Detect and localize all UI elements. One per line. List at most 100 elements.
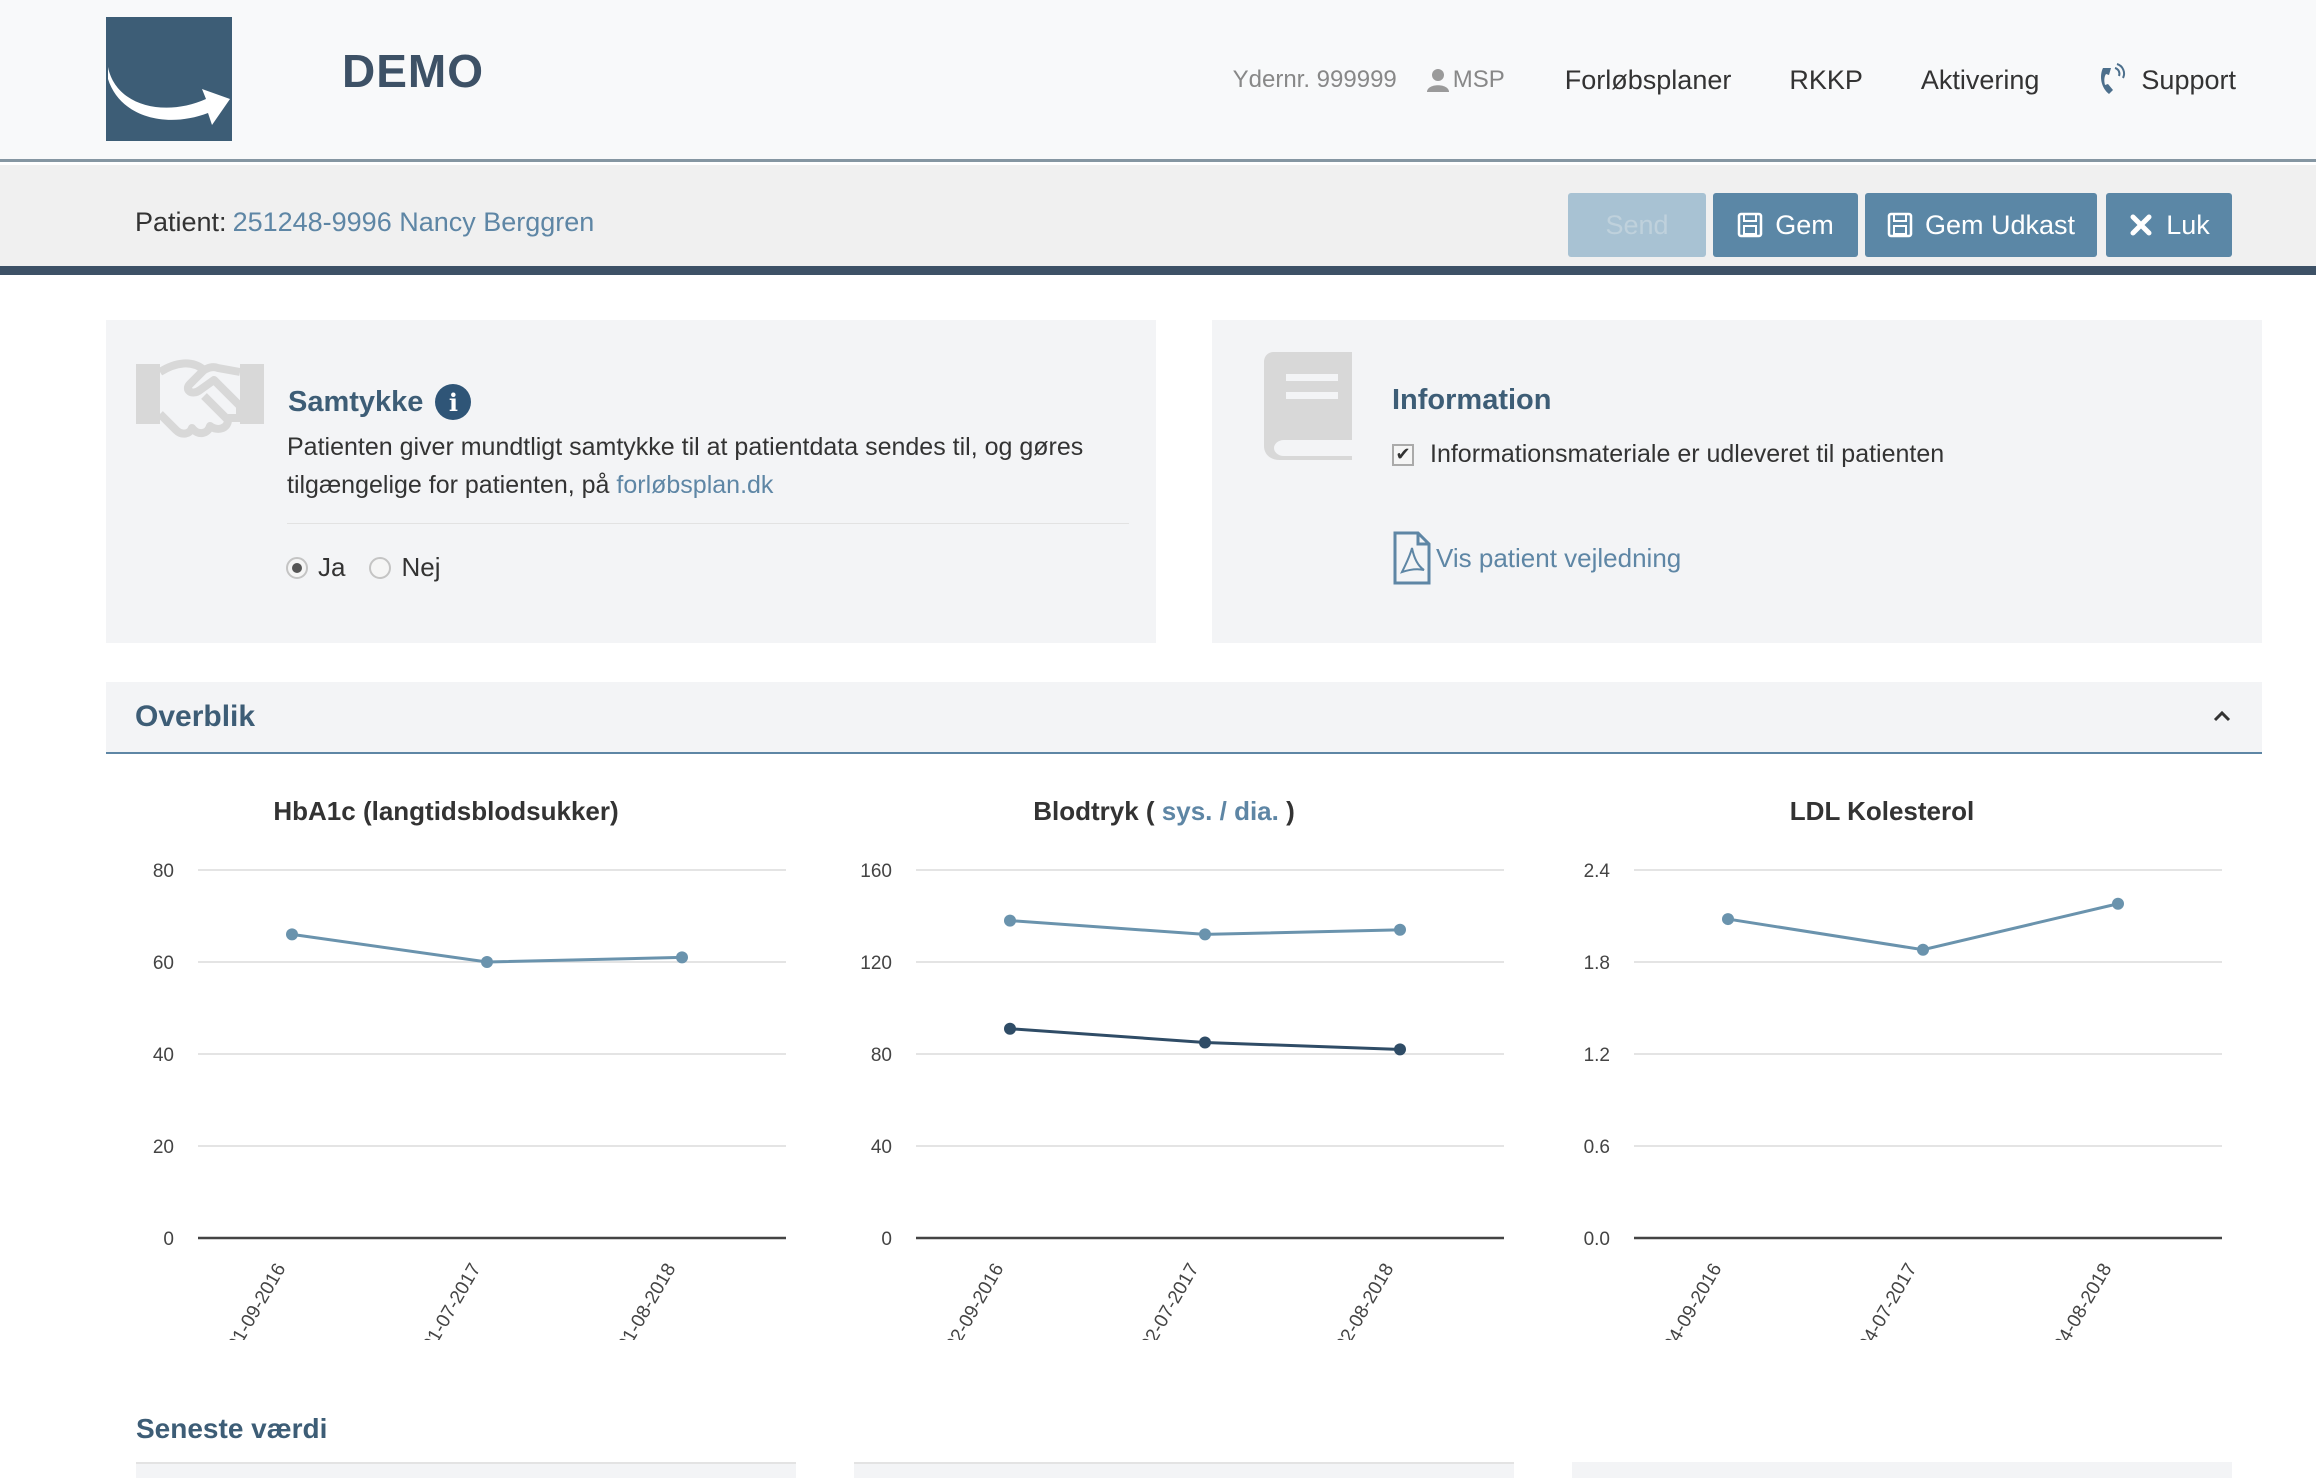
y-tick-label: 40	[153, 1045, 174, 1066]
close-label: Luk	[2166, 209, 2210, 240]
nav-support[interactable]: Support	[2097, 62, 2236, 98]
chart-title-part: /	[1212, 796, 1234, 826]
save-button[interactable]: Gem	[1713, 193, 1858, 257]
data-point[interactable]	[1199, 928, 1211, 941]
data-point[interactable]	[1394, 1043, 1406, 1056]
information-title: Information	[1392, 384, 1552, 416]
send-button[interactable]: Send	[1568, 193, 1706, 257]
nav-support-label: Support	[2141, 64, 2236, 95]
data-point[interactable]	[481, 956, 493, 968]
info-icon[interactable]: i	[435, 384, 472, 420]
chart-ldl: LDL Kolesterol 0.0 0.6 1.2 1.8 2.4 04-09-2016 0…	[1542, 780, 2262, 1355]
data-point[interactable]	[1004, 1022, 1016, 1035]
patient-link[interactable]: 251248-9996 Nancy Berggren	[233, 207, 595, 237]
y-tick-label: 2.4	[1584, 861, 1611, 882]
y-tick-label: 0	[163, 1229, 174, 1250]
latest-value-heading: Seneste værdi	[136, 1413, 328, 1444]
data-point[interactable]	[1917, 943, 1929, 956]
radio-ja-label: Ja	[318, 552, 346, 582]
user-icon	[1426, 69, 1449, 92]
radio-nej-label: Nej	[401, 552, 441, 582]
save-label: Gem	[1775, 209, 1834, 240]
overview-title: Overblik	[135, 700, 256, 733]
chart-ldl-svg: LDL Kolesterol 0.0 0.6 1.2 1.8 2.4 04-09-2016 0…	[1584, 796, 2222, 1355]
latest-card-3	[1572, 1462, 2232, 1478]
information-checkbox-label: Informationsmateriale er udleveret til p…	[1430, 440, 1945, 468]
send-label: Send	[1605, 209, 1669, 240]
phone-icon	[2101, 63, 2126, 94]
x-tick-label: 01-09-2016	[224, 1260, 291, 1340]
patient-guide-link[interactable]: Vis patient vejledning	[1436, 543, 1681, 574]
y-tick-label: 0	[881, 1229, 892, 1250]
y-tick-label: 60	[153, 953, 174, 974]
y-tick-label: 40	[871, 1137, 892, 1158]
consent-text: Patienten giver mundtligt samtykke til a…	[287, 428, 1107, 504]
nav-aktivering[interactable]: Aktivering	[1921, 65, 2040, 96]
close-icon	[2130, 214, 2152, 236]
x-tick-label: 04-08-2018	[2050, 1260, 2117, 1340]
chart-blodtryk-svg: Blodtryk ( sys. / dia. ) 0 40 80 120 160 02-09…	[860, 796, 1504, 1355]
x-tick-label: 04-09-2016	[1660, 1260, 1727, 1340]
chart-hba1c-svg: HbA1c (langtidsblodsukker) 0 20 40 60 80 01-09…	[153, 796, 786, 1355]
data-point[interactable]	[1004, 914, 1016, 927]
ydernr-text: Ydernr. 999999	[1232, 66, 1397, 93]
chart-title-part: dia.	[1234, 796, 1279, 826]
chart-title-part: )	[1279, 796, 1295, 826]
consent-title-text: Samtykke	[288, 385, 424, 418]
book-icon	[1264, 352, 1352, 460]
consent-title: Samtykke i	[288, 384, 472, 420]
save-draft-label: Gem Udkast	[1924, 209, 2076, 240]
logo-arrow-icon	[108, 67, 230, 125]
save-draft-button[interactable]: Gem Udkast	[1865, 193, 2097, 257]
forlobsplan-link[interactable]: forløbsplan.dk	[616, 471, 773, 499]
brand-title: DEMO	[342, 45, 484, 97]
y-tick-label: 1.8	[1584, 953, 1610, 974]
y-tick-label: 80	[871, 1045, 892, 1066]
chart-title-part: sys.	[1162, 796, 1213, 826]
overview-header[interactable]: Overblik	[106, 682, 2262, 754]
nav-forlobsplaner[interactable]: Forløbsplaner	[1565, 65, 1732, 96]
chevron-up-icon[interactable]	[2210, 704, 2234, 728]
y-tick-label: 0.6	[1584, 1137, 1610, 1158]
chart-title: HbA1c (langtidsblodsukker)	[273, 796, 618, 826]
logo[interactable]	[106, 17, 232, 141]
data-point[interactable]	[676, 951, 688, 964]
floppy-icon	[1887, 212, 1913, 238]
y-tick-label: 80	[153, 861, 174, 882]
close-button[interactable]: Luk	[2106, 193, 2232, 257]
patient-guide-row: Vis patient vejledning	[1392, 530, 1681, 586]
y-tick-label: 20	[153, 1137, 174, 1158]
consent-divider	[287, 523, 1129, 524]
consent-card: Samtykke i Patienten giver mundtligt sam…	[106, 320, 1156, 643]
data-point[interactable]	[1722, 913, 1734, 926]
x-tick-label: 02-09-2016	[942, 1260, 1009, 1340]
data-point[interactable]	[286, 928, 298, 941]
chart-title-part: Blodtryk (	[1033, 796, 1162, 826]
y-tick-label: 1.2	[1584, 1045, 1610, 1066]
y-tick-label: 160	[860, 861, 892, 882]
y-tick-label: 120	[860, 953, 892, 974]
series-line	[1727, 902, 2119, 952]
app-header: DEMO Ydernr. 999999 MSP Forløbsplaner RK…	[0, 0, 2316, 162]
data-point[interactable]	[1394, 923, 1406, 936]
pdf-icon	[1393, 531, 1431, 585]
consent-options: Ja Nej	[286, 552, 440, 583]
information-card: Information ✔ Informationsmateriale er u…	[1212, 320, 2262, 643]
radio-nej[interactable]	[369, 556, 392, 579]
data-point[interactable]	[2112, 897, 2124, 910]
information-checkbox-row: ✔ Informationsmateriale er udleveret til…	[1392, 440, 1944, 469]
x-tick-label: 02-07-2017	[1137, 1260, 1204, 1340]
radio-ja[interactable]	[286, 556, 308, 579]
x-tick-label: 04-07-2017	[1855, 1260, 1922, 1340]
nav-rkkp[interactable]: RKKP	[1789, 65, 1863, 96]
x-tick-label: 01-08-2018	[614, 1260, 681, 1340]
chart-blodtryk: Blodtryk ( sys. / dia. ) 0 40 80 120 160 02-09…	[824, 780, 1544, 1355]
latest-card-2	[854, 1462, 1514, 1478]
information-checkbox[interactable]: ✔	[1392, 443, 1414, 466]
user-name: MSP	[1452, 66, 1505, 93]
data-point[interactable]	[1199, 1036, 1211, 1049]
floppy-icon	[1737, 212, 1763, 238]
user-info[interactable]: MSP	[1426, 66, 1505, 94]
patient-bar: Patient: 251248-9996 Nancy Berggren Send …	[0, 165, 2316, 275]
handshake-icon	[136, 359, 264, 438]
